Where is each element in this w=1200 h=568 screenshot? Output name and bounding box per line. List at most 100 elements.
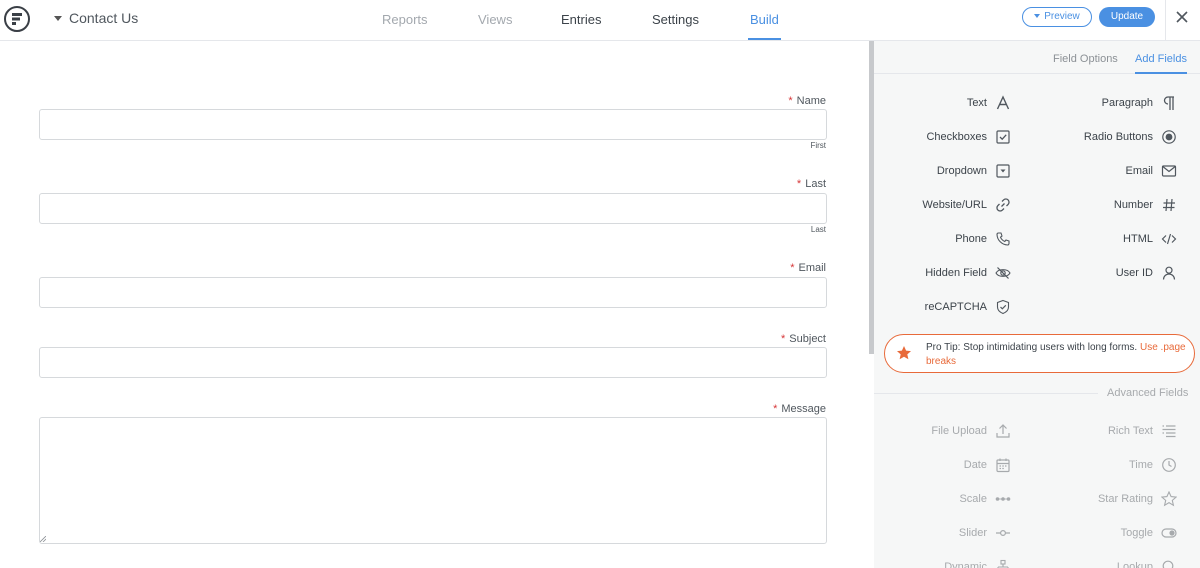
label-text: Email (798, 262, 826, 274)
email-input[interactable] (39, 277, 827, 308)
label-text: Last (805, 178, 826, 190)
field-type-label: Hidden Field (925, 267, 987, 279)
add-field-hidden-field[interactable]: Hidden Field (874, 263, 1011, 283)
add-field-paragraph[interactable]: Paragraph (1022, 93, 1177, 113)
field-label-last: * Last (797, 178, 826, 190)
nav-reports[interactable]: Reports (382, 0, 428, 40)
top-bar: Contact Us Reports Views Entries Setting… (0, 0, 1200, 41)
checkbox-icon (996, 130, 1010, 144)
pro-tip-body: Stop intimidating users with long forms. (960, 342, 1140, 353)
preview-button[interactable]: Preview (1022, 7, 1092, 27)
formidable-logo-icon[interactable] (4, 6, 30, 32)
active-tab-indicator (1135, 72, 1187, 74)
envelope-icon (1161, 165, 1177, 177)
field-label-subject: * Subject (781, 333, 826, 345)
field-type-label: HTML (1123, 233, 1153, 245)
field-type-label: reCAPTCHA (924, 301, 987, 313)
toggle-icon (1161, 528, 1177, 538)
calendar-icon (996, 458, 1010, 473)
add-field-user-id[interactable]: User ID (1022, 263, 1177, 283)
tab-field-options[interactable]: Field Options (1053, 53, 1118, 65)
add-field-html[interactable]: HTML (1022, 229, 1177, 249)
upload-icon (996, 424, 1010, 438)
add-field-recaptcha[interactable]: reCAPTCHA (874, 297, 1011, 317)
required-marker: * (790, 262, 795, 274)
hash-icon (1163, 198, 1175, 212)
field-type-label: File Upload (931, 425, 987, 437)
tab-add-fields[interactable]: Add Fields (1135, 53, 1187, 65)
nav-settings[interactable]: Settings (652, 0, 699, 40)
preview-label: Preview (1044, 11, 1080, 22)
add-field-lookup[interactable]: Lookup (1022, 557, 1177, 568)
field-type-label: Date (963, 459, 987, 471)
add-field-file-upload[interactable]: File Upload (874, 421, 1011, 441)
phone-icon (996, 232, 1010, 246)
field-type-label: Email (1125, 165, 1153, 177)
subject-input[interactable] (39, 347, 827, 378)
field-type-label: Star Rating (1097, 493, 1153, 505)
required-marker: * (796, 178, 802, 190)
field-type-label: Slider (958, 527, 987, 539)
nav-views[interactable]: Views (478, 0, 512, 40)
field-type-label: User ID (1115, 267, 1153, 279)
add-field-rich-text[interactable]: Rich Text (1022, 421, 1177, 441)
clock-icon (1162, 458, 1176, 472)
field-type-label: Toggle (1120, 527, 1153, 539)
name-last-input[interactable] (39, 193, 827, 224)
add-field-toggle[interactable]: Toggle (1022, 523, 1177, 543)
name-first-input[interactable] (39, 109, 827, 140)
form-switch-caret-icon[interactable] (54, 16, 62, 21)
search-icon (1162, 560, 1174, 568)
add-field-website-url[interactable]: Website/URL (874, 195, 1011, 215)
message-textarea[interactable] (39, 417, 827, 544)
field-type-label: Phone (955, 233, 987, 245)
form-title[interactable]: Contact Us (69, 10, 138, 26)
pro-tip-prefix: Pro Tip: (926, 342, 961, 353)
close-icon[interactable] (1174, 9, 1190, 25)
add-field-checkboxes[interactable]: Checkboxes (874, 127, 1011, 147)
pro-tip-text: Pro Tip: Stop intimidating users with lo… (926, 341, 1188, 369)
sublabel-first: First (810, 141, 826, 150)
add-field-radio-buttons[interactable]: Radio Buttons (1022, 127, 1177, 147)
label-text: Message (781, 403, 826, 415)
text-icon (996, 95, 1010, 110)
add-field-dropdown[interactable]: Dropdown (874, 161, 1011, 181)
add-field-dynamic[interactable]: Dynamic (874, 557, 1011, 568)
field-type-label: Scale (959, 493, 987, 505)
add-field-phone[interactable]: Phone (874, 229, 1011, 249)
nav-build[interactable]: Build (748, 0, 781, 40)
add-field-scale[interactable]: Scale (874, 489, 1011, 509)
field-type-label: Website/URL (922, 199, 987, 211)
label-text: Subject (789, 333, 826, 345)
shield-check-icon (996, 299, 1010, 315)
field-panel: Field Options Add Fields Text Paragraph … (874, 41, 1200, 568)
required-marker: * (788, 95, 793, 107)
required-marker: * (773, 403, 778, 415)
add-field-slider[interactable]: Slider (874, 523, 1011, 543)
radio-icon (1162, 130, 1176, 144)
field-type-label: Paragraph (1101, 97, 1153, 109)
nav-entries[interactable]: Entries (561, 0, 601, 40)
add-field-star-rating[interactable]: Star Rating (1022, 489, 1177, 509)
add-field-time[interactable]: Time (1022, 455, 1177, 475)
divider (1165, 0, 1166, 40)
rich-text-icon (1162, 425, 1176, 438)
update-button[interactable]: Update (1099, 7, 1155, 27)
add-field-number[interactable]: Number (1022, 195, 1177, 215)
add-field-text[interactable]: Text (874, 93, 1011, 113)
field-label-message: * Message (773, 403, 826, 415)
label-text: Name (796, 95, 826, 107)
add-field-email[interactable]: Email (1022, 161, 1177, 181)
dropdown-icon (996, 164, 1010, 178)
field-label-name: * Name (788, 95, 826, 107)
advanced-divider (874, 393, 1098, 394)
field-type-label: Radio Buttons (1083, 131, 1153, 143)
form-canvas: * Name First * Last Last * Email * Subject *… (0, 41, 869, 568)
paragraph-icon (1163, 96, 1174, 110)
sitemap-icon (997, 559, 1009, 568)
field-label-email: * Email (790, 262, 826, 274)
field-type-label: Lookup (1116, 561, 1153, 568)
eye-slash-icon (995, 267, 1011, 279)
add-field-date[interactable]: Date (874, 455, 1011, 475)
resize-handle-icon[interactable] (40, 536, 46, 542)
